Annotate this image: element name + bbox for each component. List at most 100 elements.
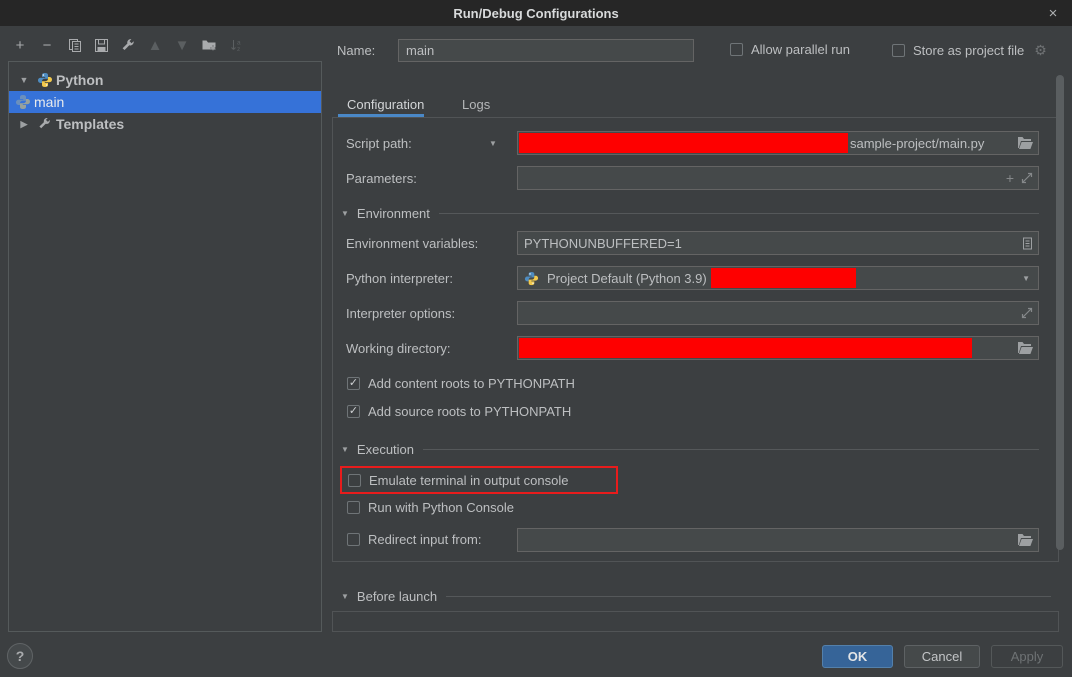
name-input[interactable] (398, 39, 694, 62)
dialog-title: Run/Debug Configurations (453, 6, 618, 21)
remove-configuration-button[interactable]: − (37, 35, 57, 55)
execution-section-header[interactable]: ▼ Execution (341, 442, 1039, 457)
add-source-roots-checkbox[interactable]: ✓ (347, 405, 360, 418)
python-interpreter-label: Python interpreter: (346, 271, 453, 286)
allow-parallel-run-checkbox[interactable] (730, 43, 743, 56)
check-icon: ✓ (349, 378, 358, 389)
section-divider (423, 449, 1039, 450)
collapse-icon[interactable]: ▼ (341, 209, 349, 218)
parameters-label: Parameters: (346, 171, 417, 186)
python-icon (37, 72, 53, 88)
tree-item-templates[interactable]: ▶ Templates (9, 113, 321, 135)
environment-section-header[interactable]: ▼ Environment (341, 206, 1039, 221)
new-folder-icon[interactable] (199, 35, 219, 55)
edit-templates-wrench-icon[interactable] (118, 35, 138, 55)
store-as-project-file-checkbox[interactable] (892, 44, 905, 57)
name-label: Name: (337, 43, 375, 58)
add-macro-icon[interactable]: + (1006, 170, 1014, 186)
save-configuration-icon[interactable] (91, 35, 111, 55)
add-content-roots-row: ✓ Add content roots to PYTHONPATH (347, 376, 575, 391)
redirect-input-row: Redirect input from: (347, 532, 481, 547)
expand-field-icon[interactable] (1021, 307, 1033, 319)
run-with-python-console-label: Run with Python Console (368, 500, 514, 515)
help-button[interactable]: ? (7, 643, 33, 669)
emulate-terminal-highlight-annotation: Emulate terminal in output console (340, 466, 618, 494)
tab-configuration[interactable]: Configuration (347, 97, 424, 112)
browse-folder-icon[interactable] (1017, 341, 1033, 355)
section-divider (446, 596, 1051, 597)
wrench-icon (37, 116, 53, 132)
script-path-dropdown-icon[interactable]: ▼ (489, 139, 497, 148)
script-path-value: sample-project/main.py (850, 136, 984, 151)
tab-logs[interactable]: Logs (462, 97, 490, 112)
redaction-block (519, 133, 848, 153)
help-icon: ? (16, 648, 25, 664)
redirect-input-checkbox[interactable] (347, 533, 360, 546)
edit-variables-icon[interactable] (1022, 237, 1033, 250)
configurations-tree: ▼ Python main ▶ Templates (8, 61, 322, 632)
add-content-roots-label: Add content roots to PYTHONPATH (368, 376, 575, 391)
section-divider (439, 213, 1039, 214)
run-debug-configurations-dialog: Run/Debug Configurations × + − ▲ ▼ az ▼ (0, 0, 1072, 677)
script-path-label: Script path: (346, 136, 412, 151)
environment-section-title: Environment (357, 206, 430, 221)
script-path-field[interactable]: sample-project/main.py (517, 131, 1039, 155)
store-as-project-file-checkbox-row: Store as project file ⚙ (892, 42, 1047, 59)
environment-variables-field[interactable]: PYTHONUNBUFFERED=1 (517, 231, 1039, 255)
add-source-roots-label: Add source roots to PYTHONPATH (368, 404, 571, 419)
working-directory-label: Working directory: (346, 341, 451, 356)
move-up-icon[interactable]: ▲ (145, 35, 165, 55)
tree-item-label: Templates (56, 116, 124, 132)
python-icon (524, 271, 539, 286)
gear-icon[interactable]: ⚙ (1034, 42, 1047, 59)
collapse-icon[interactable]: ▼ (341, 445, 349, 454)
cancel-button[interactable]: Cancel (904, 645, 980, 668)
combobox-dropdown-icon[interactable]: ▼ (1022, 274, 1030, 283)
environment-variables-value: PYTHONUNBUFFERED=1 (524, 236, 682, 251)
browse-folder-icon[interactable] (1017, 136, 1033, 150)
ok-button[interactable]: OK (822, 645, 893, 668)
before-launch-section-header[interactable]: ▼ Before launch (341, 589, 1051, 604)
tree-item-python[interactable]: ▼ Python (9, 69, 321, 91)
add-source-roots-row: ✓ Add source roots to PYTHONPATH (347, 404, 571, 419)
add-content-roots-checkbox[interactable]: ✓ (347, 377, 360, 390)
title-bar: Run/Debug Configurations × (0, 0, 1072, 26)
python-interpreter-combobox[interactable]: Project Default (Python 3.9) ▼ (517, 266, 1039, 290)
tree-item-main[interactable]: main (9, 91, 321, 113)
environment-variables-label: Environment variables: (346, 236, 478, 251)
interpreter-options-field[interactable] (517, 301, 1039, 325)
tree-item-label: main (34, 94, 64, 110)
svg-text:z: z (237, 46, 240, 53)
emulate-terminal-checkbox[interactable] (348, 474, 361, 487)
allow-parallel-run-label: Allow parallel run (751, 42, 850, 57)
copy-configuration-icon[interactable] (64, 35, 84, 55)
configurations-toolbar: + − ▲ ▼ az (10, 33, 246, 57)
parameters-field[interactable]: + (517, 166, 1039, 190)
run-with-python-console-row: Run with Python Console (347, 500, 514, 515)
allow-parallel-run-checkbox-row: Allow parallel run (730, 42, 850, 57)
close-icon[interactable]: × (1040, 0, 1066, 26)
store-as-project-file-label: Store as project file (913, 43, 1024, 58)
before-launch-section-title: Before launch (357, 589, 437, 604)
redirect-input-field[interactable] (517, 528, 1039, 552)
python-interpreter-value: Project Default (Python 3.9) (547, 271, 707, 286)
collapse-icon[interactable]: ▼ (341, 592, 349, 601)
add-configuration-button[interactable]: + (10, 35, 30, 55)
interpreter-options-label: Interpreter options: (346, 306, 455, 321)
execution-section-title: Execution (357, 442, 414, 457)
working-directory-field[interactable] (517, 336, 1039, 360)
redaction-block (519, 338, 972, 358)
run-with-python-console-checkbox[interactable] (347, 501, 360, 514)
move-down-icon[interactable]: ▼ (172, 35, 192, 55)
chevron-right-icon[interactable]: ▶ (17, 119, 31, 130)
sort-configurations-icon[interactable]: az (226, 35, 246, 55)
vertical-scrollbar[interactable] (1056, 75, 1064, 550)
redirect-input-label: Redirect input from: (368, 532, 481, 547)
before-launch-task-list[interactable] (332, 611, 1059, 632)
emulate-terminal-label: Emulate terminal in output console (369, 473, 568, 488)
apply-button[interactable]: Apply (991, 645, 1063, 668)
chevron-down-icon[interactable]: ▼ (17, 75, 31, 85)
expand-field-icon[interactable] (1021, 172, 1033, 184)
browse-folder-icon[interactable] (1017, 533, 1033, 547)
python-icon (15, 94, 31, 110)
